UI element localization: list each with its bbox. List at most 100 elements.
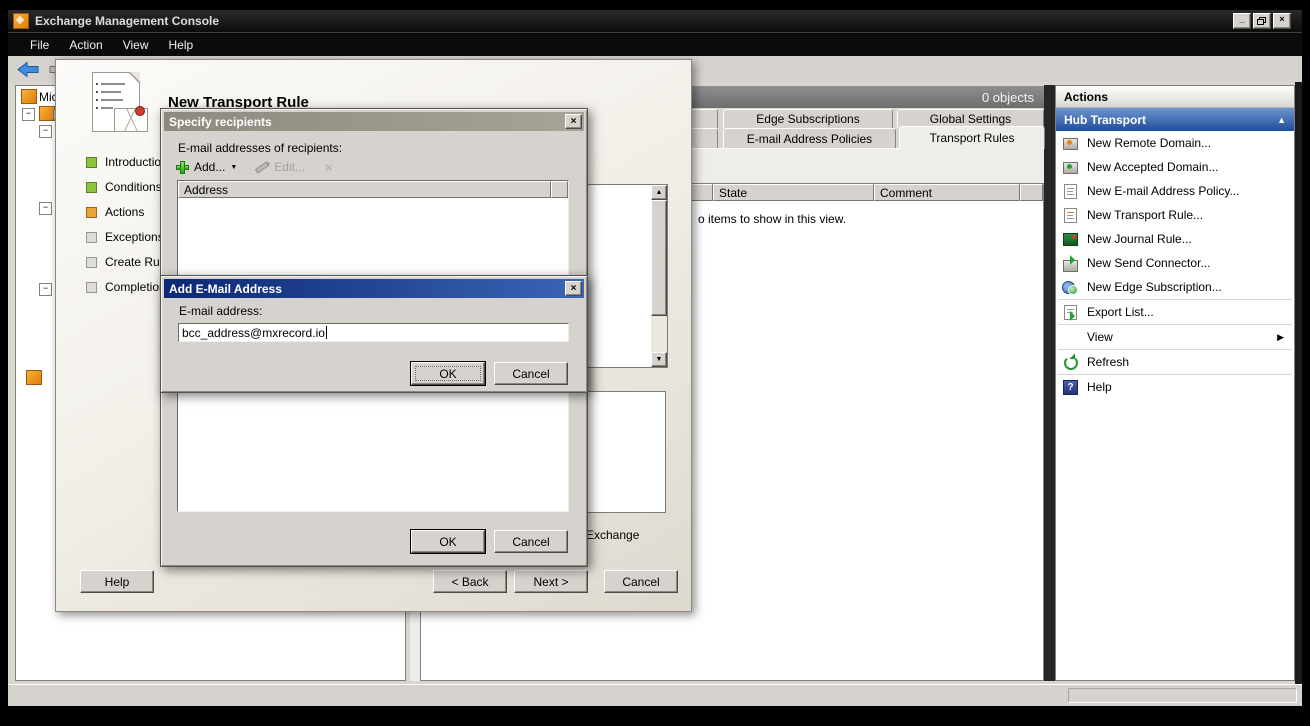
action-new-remote-domain[interactable]: New Remote Domain... <box>1056 131 1294 155</box>
vertical-scrollbar[interactable]: ▲ ▼ <box>651 185 667 367</box>
menu-view[interactable]: View <box>113 35 159 55</box>
collapse-icon: − <box>26 108 31 118</box>
email-address-input[interactable]: bcc_address@mxrecord.io <box>178 323 569 342</box>
tree-collapse-box[interactable]: − <box>39 202 52 215</box>
menu-file[interactable]: File <box>20 35 59 55</box>
screenshot-stage: { "titlebar": { "title": "Exchange Manag… <box>0 0 1310 726</box>
tree-collapse-box[interactable]: − <box>39 125 52 138</box>
add-dropdown-icon[interactable]: ▼ <box>230 164 237 171</box>
status-bar <box>8 684 1302 706</box>
collapse-icon: − <box>43 125 48 135</box>
step-label: Conditions <box>105 180 162 194</box>
wizard-step-actions[interactable]: Actions <box>86 205 144 219</box>
add-plus-icon <box>176 161 189 174</box>
step-label: Actions <box>105 205 144 219</box>
scroll-down-button[interactable]: ▼ <box>651 352 667 367</box>
action-refresh[interactable]: Refresh <box>1056 350 1294 374</box>
action-new-email-address-policy[interactable]: New E-mail Address Policy... <box>1056 179 1294 203</box>
hub-transport-group-header[interactable]: Hub Transport ▲ <box>1056 108 1294 131</box>
close-button[interactable]: × <box>565 281 582 296</box>
action-new-send-connector[interactable]: New Send Connector... <box>1056 251 1294 275</box>
window-title: Exchange Management Console <box>35 14 219 28</box>
tab-email-address-policies[interactable]: E-mail Address Policies <box>723 128 896 148</box>
submenu-arrow-icon: ▶ <box>1277 332 1284 343</box>
action-help[interactable]: ? Help <box>1056 375 1294 399</box>
wizard-cancel-button[interactable]: Cancel <box>604 570 678 593</box>
edit-pencil-icon <box>255 161 269 173</box>
step-label: Exceptions <box>105 230 164 244</box>
action-new-journal-rule[interactable]: New Journal Rule... <box>1056 227 1294 251</box>
step-label: Introduction <box>105 155 168 169</box>
minimize-button[interactable]: _ <box>1233 13 1251 29</box>
wizard-back-button[interactable]: < Back <box>433 570 507 593</box>
edit-button[interactable]: Edit... <box>274 160 305 174</box>
action-new-accepted-domain[interactable]: New Accepted Domain... <box>1056 155 1294 179</box>
close-icon: × <box>1279 14 1284 24</box>
scroll-up-button[interactable]: ▲ <box>651 185 667 200</box>
wizard-step-completion[interactable]: Completion <box>86 280 166 294</box>
add-button[interactable]: Add... <box>194 160 225 174</box>
action-new-edge-subscription[interactable]: New Edge Subscription... <box>1056 275 1294 299</box>
back-arrow-icon[interactable] <box>16 61 40 78</box>
wizard-next-button[interactable]: Next > <box>514 570 588 593</box>
menu-help[interactable]: Help <box>159 35 204 55</box>
dialog-titlebar: Add E-Mail Address × <box>164 279 584 298</box>
cancel-button[interactable]: Cancel <box>494 530 568 553</box>
action-view[interactable]: View ▶ <box>1056 325 1294 349</box>
column-header-address[interactable]: Address <box>178 181 551 198</box>
wizard-step-introduction[interactable]: Introduction <box>86 155 168 169</box>
minimize-icon: _ <box>1239 14 1244 24</box>
tab-transport-rules[interactable]: Transport Rules <box>899 126 1045 149</box>
action-new-transport-rule[interactable]: New Transport Rule... <box>1056 203 1294 227</box>
tree-collapse-box[interactable]: − <box>39 283 52 296</box>
action-label: New Edge Subscription... <box>1087 280 1222 294</box>
tab-label: Global Settings <box>930 112 1011 126</box>
wizard-step-exceptions[interactable]: Exceptions <box>86 230 164 244</box>
menu-bar: File Action View Help <box>8 32 1302 57</box>
close-button[interactable]: × <box>565 114 582 129</box>
menu-action[interactable]: Action <box>59 35 112 55</box>
close-button[interactable]: × <box>1273 13 1291 29</box>
step-status-icon <box>86 282 97 293</box>
action-label: New Transport Rule... <box>1087 208 1203 222</box>
recipients-label: E-mail addresses of recipients: <box>178 141 342 155</box>
dialog-title: Specify recipients <box>169 115 272 129</box>
microsoft-exchange-icon <box>21 89 37 104</box>
recipients-toolbar: Add... ▼ Edit... × <box>176 157 333 177</box>
window-controls: _ × <box>1233 13 1291 29</box>
action-label: New E-mail Address Policy... <box>1087 184 1240 198</box>
wizard-help-button[interactable]: Help <box>80 570 154 593</box>
step-status-icon <box>86 207 97 218</box>
actions-panel: Actions Hub Transport ▲ New Remote Domai… <box>1055 85 1295 681</box>
wizard-step-create-rule[interactable]: Create Rule <box>86 255 169 269</box>
delete-icon[interactable]: × <box>325 160 333 175</box>
scrollbar-thumb[interactable] <box>651 200 667 316</box>
ok-button[interactable]: OK <box>411 530 485 553</box>
scroll-up-icon: ▲ <box>656 189 663 196</box>
tab-label: Transport Rules <box>930 131 1015 145</box>
server-node-icon <box>39 106 55 121</box>
tree-collapse-box[interactable]: − <box>22 108 35 121</box>
step-status-icon <box>86 232 97 243</box>
action-label: Export List... <box>1087 305 1154 319</box>
export-list-icon <box>1062 304 1078 320</box>
column-header-state[interactable]: State <box>713 184 874 201</box>
chevron-up-icon[interactable]: ▲ <box>1277 115 1286 125</box>
action-export-list[interactable]: Export List... <box>1056 300 1294 324</box>
add-email-address-dialog: Add E-Mail Address × E-mail address: bcc… <box>160 275 588 393</box>
transport-rule-wizard-icon <box>92 72 150 138</box>
scroll-down-icon: ▼ <box>656 356 663 363</box>
exchange-logo-icon <box>13 13 29 29</box>
wizard-step-conditions[interactable]: Conditions <box>86 180 162 194</box>
action-label: New Journal Rule... <box>1087 232 1192 246</box>
column-header-filler <box>1020 184 1043 201</box>
dialog-title: Add E-Mail Address <box>169 282 282 296</box>
column-header-comment[interactable]: Comment <box>874 184 1020 201</box>
cancel-button[interactable]: Cancel <box>494 362 568 385</box>
action-label: New Remote Domain... <box>1087 136 1211 150</box>
ok-button[interactable]: OK <box>411 362 485 385</box>
wizard-description-box <box>576 391 666 513</box>
action-label: New Accepted Domain... <box>1087 160 1218 174</box>
restore-button[interactable] <box>1253 13 1271 29</box>
tab-edge-subscriptions[interactable]: Edge Subscriptions <box>723 109 893 128</box>
